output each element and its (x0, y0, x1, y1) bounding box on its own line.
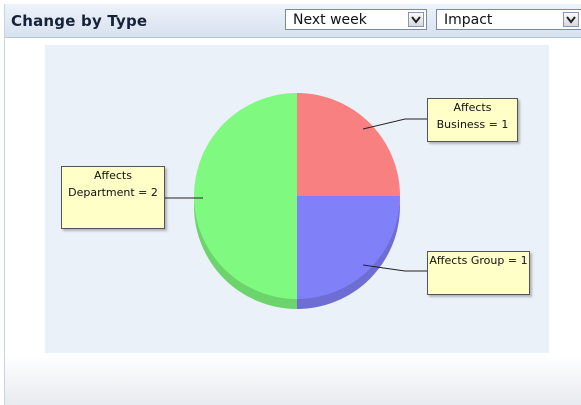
metric-select[interactable]: Impact (436, 9, 581, 30)
callout-affects-department-text: Affects Department = 2 (68, 169, 158, 199)
callout-affects-group-text: Affects Group = 1 (429, 254, 528, 267)
callout-affects-business: Affects Business = 1 (427, 98, 518, 142)
chevron-down-icon[interactable] (563, 12, 579, 27)
widget-header: Change by Type Next week Impact (5, 4, 581, 38)
pie-slice-affects-business[interactable] (297, 93, 400, 196)
callout-affects-group: Affects Group = 1 (427, 251, 530, 295)
change-by-type-widget: Change by Type Next week Impact Affects … (4, 4, 581, 405)
period-select-value: Next week (293, 12, 367, 28)
pie-slice-affects-group[interactable] (297, 196, 400, 299)
period-select[interactable]: Next week (285, 9, 427, 30)
metric-select-value: Impact (444, 12, 493, 28)
pie-chart-panel: Affects Business = 1 Affects Group = 1 A… (45, 45, 549, 353)
callout-affects-department: Affects Department = 2 (61, 166, 165, 229)
callout-affects-business-text: Affects Business = 1 (436, 101, 509, 131)
pie-slice-affects-department[interactable] (194, 93, 297, 299)
chevron-down-icon[interactable] (408, 12, 424, 27)
widget-title: Change by Type (11, 12, 148, 30)
widget-footer (5, 354, 581, 405)
